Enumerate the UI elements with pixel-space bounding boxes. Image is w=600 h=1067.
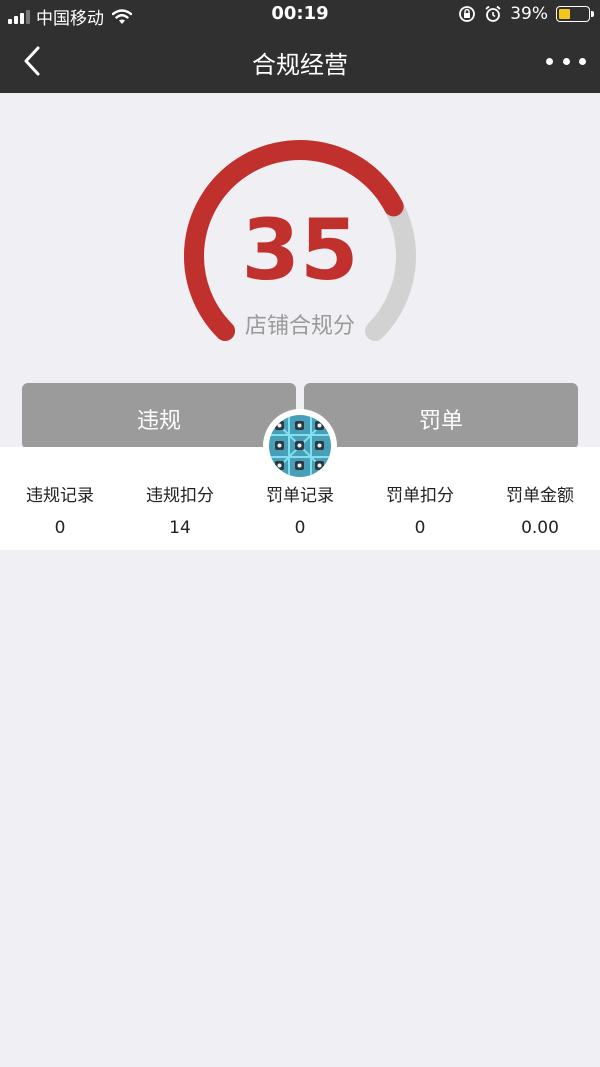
more-button[interactable] xyxy=(546,48,586,74)
stat-label: 罚单扣分 xyxy=(386,486,454,506)
pattern-avatar-image xyxy=(269,415,331,477)
score-label: 店铺合规分 xyxy=(244,314,355,339)
stat-label: 违规记录 xyxy=(26,486,94,506)
avatar xyxy=(269,415,331,477)
stat-value: 0.00 xyxy=(521,518,559,538)
tab-violation-label: 违规 xyxy=(136,409,181,434)
score-gauge: 35 店铺合规分 xyxy=(170,130,430,350)
stat-label: 违规扣分 xyxy=(146,486,214,506)
stat-violation-points[interactable]: 违规扣分 14 xyxy=(120,447,240,550)
score-value: 35 xyxy=(241,201,359,299)
avatar-frame xyxy=(263,409,337,483)
tab-ticket-label: 罚单 xyxy=(418,409,463,434)
stat-value: 0 xyxy=(54,518,66,538)
more-dots-icon xyxy=(546,57,553,65)
stat-value: 0 xyxy=(414,518,426,538)
alarm-icon xyxy=(485,5,501,22)
status-bar: 中国移动 00:19 39% xyxy=(0,0,600,30)
stat-value: 0 xyxy=(294,518,306,538)
stat-violation-records[interactable]: 违规记录 0 xyxy=(0,447,120,550)
tab-ticket[interactable]: 罚单 xyxy=(304,383,578,449)
stat-ticket-points[interactable]: 罚单扣分 0 xyxy=(360,447,480,550)
nav-bar: 合规经营 xyxy=(0,30,600,93)
rotation-lock-icon xyxy=(459,6,476,22)
page-title: 合规经营 xyxy=(252,51,348,79)
status-right: 39% xyxy=(458,4,594,24)
stat-value: 14 xyxy=(169,518,191,538)
battery-percent: 39% xyxy=(510,4,548,24)
tab-violation[interactable]: 违规 xyxy=(22,383,296,449)
stat-ticket-amount[interactable]: 罚单金额 0.00 xyxy=(480,447,600,550)
battery-icon xyxy=(556,6,594,22)
stat-label: 罚单记录 xyxy=(266,486,334,506)
battery-fill xyxy=(559,9,570,19)
stat-label: 罚单金额 xyxy=(506,486,574,506)
